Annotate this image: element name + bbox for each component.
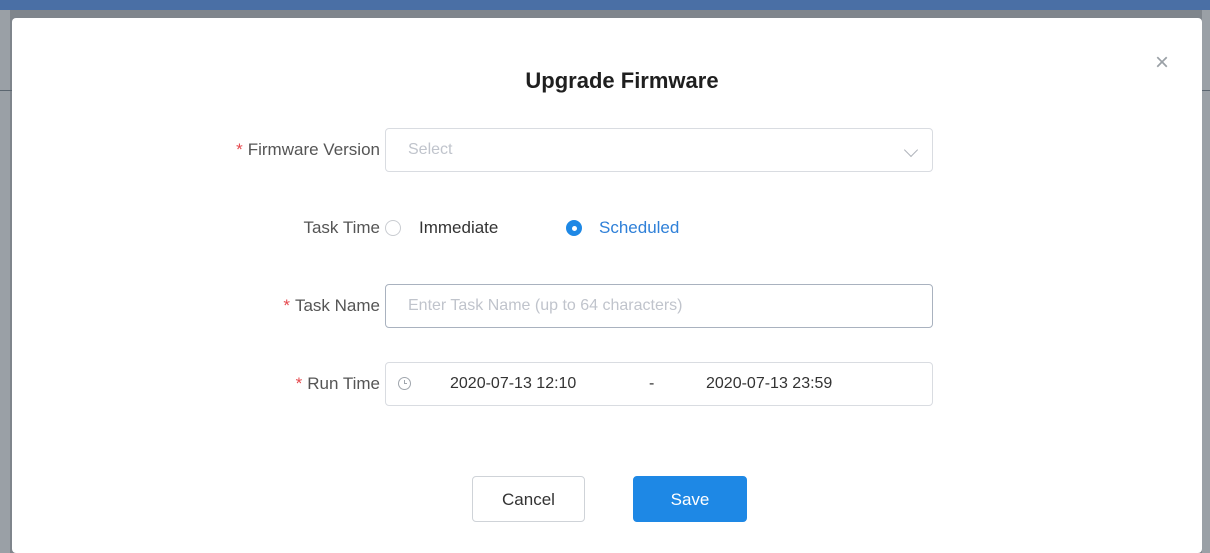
run-time-range-picker[interactable]: 2020-07-13 12:10 - 2020-07-13 23:59 (385, 362, 933, 406)
run-time-label-text: Run Time (307, 374, 380, 393)
radio-checked-icon (566, 220, 582, 236)
task-name-label: * Task Name (283, 284, 380, 328)
task-name-row: * Task Name (12, 284, 1202, 328)
radio-unchecked-icon (385, 220, 401, 236)
task-name-label-text: Task Name (294, 296, 380, 315)
required-marker: * (283, 296, 290, 315)
backdrop-header-strip (0, 0, 1210, 10)
save-button[interactable]: Save (633, 476, 747, 522)
task-name-field (385, 284, 933, 328)
backdrop-left-edge (0, 10, 10, 553)
run-time-separator: - (649, 375, 655, 392)
firmware-version-placeholder: Select (408, 141, 453, 158)
firmware-version-select[interactable]: Select (385, 128, 933, 172)
run-time-label: * Run Time (296, 362, 380, 406)
run-time-row: * Run Time 2020-07-13 12:10 - 2020-07-13 … (12, 362, 1202, 406)
clock-icon (398, 377, 411, 390)
required-marker: * (295, 374, 303, 393)
backdrop-divider-left (0, 90, 12, 91)
firmware-version-label-text: Firmware Version (247, 140, 380, 159)
radio-immediate-label: Immediate (419, 218, 499, 237)
chevron-down-icon (903, 142, 919, 158)
task-time-row: Task Time Immediate Scheduled (12, 206, 1202, 250)
close-icon[interactable]: × (1150, 51, 1174, 76)
firmware-version-label: * Firmware Version (236, 128, 380, 172)
cancel-button[interactable]: Cancel (472, 476, 585, 522)
run-time-start[interactable]: 2020-07-13 12:10 (450, 363, 576, 405)
run-time-end[interactable]: 2020-07-13 23:59 (706, 363, 832, 405)
upgrade-firmware-dialog: Upgrade Firmware × * Firmware Version Sel… (12, 18, 1202, 553)
required-marker: * (236, 140, 243, 159)
dialog-title: Upgrade Firmware (525, 68, 719, 93)
task-name-input[interactable] (386, 285, 932, 327)
radio-scheduled-label: Scheduled (599, 218, 680, 237)
task-time-label: Task Time (303, 218, 380, 237)
firmware-version-row: * Firmware Version Select (12, 128, 1202, 172)
